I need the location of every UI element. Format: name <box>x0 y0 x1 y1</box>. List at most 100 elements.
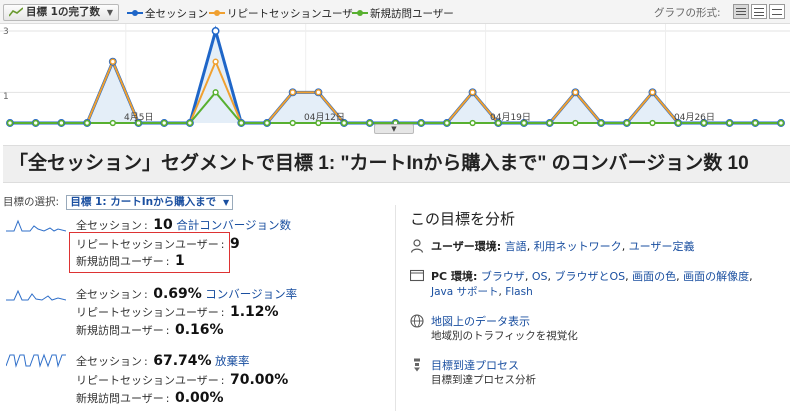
data-point[interactable] <box>649 89 656 96</box>
data-point[interactable] <box>469 89 476 96</box>
metric-row-repeat-abandon: リピートセッションユーザー: 70.00% <box>76 372 289 388</box>
link-screen-colors[interactable]: 画面の色 <box>632 270 676 283</box>
data-point[interactable] <box>315 89 322 96</box>
link-funnel-visualization[interactable]: 目標到達プロセス <box>431 359 519 372</box>
data-point[interactable] <box>649 119 656 127</box>
metric-row-new-conversions: 新規訪問ユーザー: 1 <box>76 253 185 269</box>
segment-label: 全セッション <box>76 288 142 301</box>
legend-label: 全セッション <box>145 8 208 20</box>
data-point[interactable] <box>443 119 451 127</box>
metric-value: 9 <box>230 236 240 252</box>
link-browser[interactable]: ブラウザ <box>481 270 525 283</box>
metric-row-repeat-conversions: リピートセッションユーザー: 9 <box>76 236 240 252</box>
pc-env-line: PC 環境: ブラウザ, OS, ブラウザとOS, 画面の色, 画面の解像度, <box>431 270 753 283</box>
pc-env-label: PC 環境: <box>431 270 478 283</box>
chevron-down-icon: ▼ <box>222 198 230 207</box>
line-chart: 3 1 4月5日 04月12日 04月19日 04月26日 ▼ <box>0 24 790 134</box>
data-point[interactable] <box>186 119 194 127</box>
graph-type-table-button[interactable] <box>751 4 767 19</box>
x-tick-label: 04月26日 <box>674 113 715 123</box>
data-point[interactable] <box>418 119 425 127</box>
map-description: 地域別のトラフィックを視覚化 <box>431 330 578 342</box>
data-point[interactable] <box>263 119 271 127</box>
sparkline-conversion-rate <box>6 289 66 301</box>
metric-link-conversion-rate[interactable]: コンバージョン率 <box>205 287 297 301</box>
data-point[interactable] <box>212 89 219 96</box>
metric-selector-button[interactable]: 目標 1の完了数 ▼ <box>3 4 119 21</box>
metric-value: 0.69% <box>153 286 202 302</box>
link-flash[interactable]: Flash <box>505 286 533 298</box>
segment-label: 全セッション <box>76 355 142 368</box>
legend-item-repeat-users: リピートセッションユーザー <box>209 6 363 21</box>
link-network[interactable]: 利用ネットワーク <box>534 240 622 253</box>
data-point[interactable] <box>726 119 733 127</box>
data-point[interactable] <box>623 119 630 127</box>
data-point[interactable] <box>752 119 759 127</box>
metric-value: 0.16% <box>175 322 224 338</box>
segment-label: リピートセッションユーザー <box>76 306 219 319</box>
segment-label: 全セッション <box>76 219 142 232</box>
data-point[interactable] <box>366 119 373 127</box>
y-tick-label: 1 <box>3 92 9 102</box>
chevron-down-icon: ▼ <box>106 8 113 17</box>
data-point[interactable] <box>83 119 91 127</box>
data-point[interactable] <box>212 58 219 65</box>
segment-label: 新規訪問ユーザー <box>76 255 164 268</box>
data-point[interactable] <box>6 119 14 127</box>
graph-type-line-button[interactable] <box>733 4 749 19</box>
data-point[interactable] <box>572 119 579 127</box>
link-java-support[interactable]: Java サポート <box>431 286 499 298</box>
funnel-description: 目標到達プロセス分析 <box>431 374 536 386</box>
metric-value: 70.00% <box>230 372 289 388</box>
x-tick-label: 4月5日 <box>124 113 154 123</box>
data-point[interactable] <box>289 89 296 96</box>
data-point[interactable] <box>32 119 39 127</box>
metric-row-all-rate: 全セッション: 0.69% コンバージョン率 <box>76 286 298 302</box>
data-point[interactable] <box>572 89 579 96</box>
link-user-defined[interactable]: ユーザー定義 <box>629 240 695 253</box>
data-point[interactable] <box>161 119 168 127</box>
chart-resize-handle[interactable]: ▼ <box>374 124 414 134</box>
funnel-line: 目標到達プロセス <box>431 357 519 373</box>
link-map-overlay[interactable]: 地図上のデータ表示 <box>431 315 530 328</box>
link-browser-os[interactable]: ブラウザとOS <box>555 270 626 283</box>
user-icon <box>410 239 424 253</box>
metric-link-abandon-rate[interactable]: 放棄率 <box>215 354 250 368</box>
legend-item-all-sessions: 全セッション <box>127 6 208 21</box>
goal-select-dropdown[interactable]: 目標 1: カートInから購入まで ▼ <box>66 195 234 210</box>
link-language[interactable]: 言語 <box>505 240 527 253</box>
report-title-band: 「全セッション」セグメントで目標 1: "カートInから購入まで" のコンバージ… <box>3 145 790 183</box>
legend-label: 新規訪問ユーザー <box>370 8 454 20</box>
pc-env-line-2: Java サポート, Flash <box>431 286 533 298</box>
data-point[interactable] <box>109 119 116 127</box>
link-os[interactable]: OS <box>532 270 548 283</box>
data-point[interactable] <box>597 119 605 127</box>
data-point[interactable] <box>546 119 553 127</box>
link-screen-resolution[interactable]: 画面の解像度 <box>683 270 749 283</box>
segment-label: 新規訪問ユーザー <box>76 392 164 405</box>
data-point[interactable] <box>238 119 245 127</box>
data-point[interactable] <box>469 119 476 127</box>
user-env-label: ユーザー環境: <box>431 240 502 253</box>
legend-swatch-icon <box>209 8 225 18</box>
segment-label: リピートセッションユーザー <box>76 374 219 387</box>
data-point[interactable] <box>289 119 296 127</box>
graph-type-bar-button[interactable] <box>769 4 785 19</box>
data-point[interactable] <box>777 119 785 127</box>
goal-select-label: 目標の選択: <box>3 196 60 208</box>
data-point[interactable] <box>109 58 116 65</box>
metric-selector-label: 目標 1の完了数 <box>26 6 100 18</box>
legend-swatch-icon <box>127 8 143 18</box>
metric-value: 0.00% <box>175 390 224 406</box>
page-title: 「全セッション」セグメントで目標 1: "カートInから購入まで" のコンバージ… <box>9 153 749 174</box>
metric-value: 10 <box>153 217 173 233</box>
metric-row-new-rate: 新規訪問ユーザー: 0.16% <box>76 322 224 338</box>
goal-select-row: 目標の選択: 目標 1: カートInから購入まで ▼ <box>3 194 234 210</box>
legend-item-new-users: 新規訪問ユーザー <box>352 6 454 21</box>
metric-link-total-conversions[interactable]: 合計コンバージョン数 <box>176 218 291 232</box>
data-point[interactable] <box>58 119 65 127</box>
legend-label: リピートセッションユーザー <box>227 8 364 20</box>
sparkline-abandon-rate <box>6 353 66 368</box>
sparkline-conversions <box>6 219 66 232</box>
data-point[interactable] <box>211 27 220 35</box>
